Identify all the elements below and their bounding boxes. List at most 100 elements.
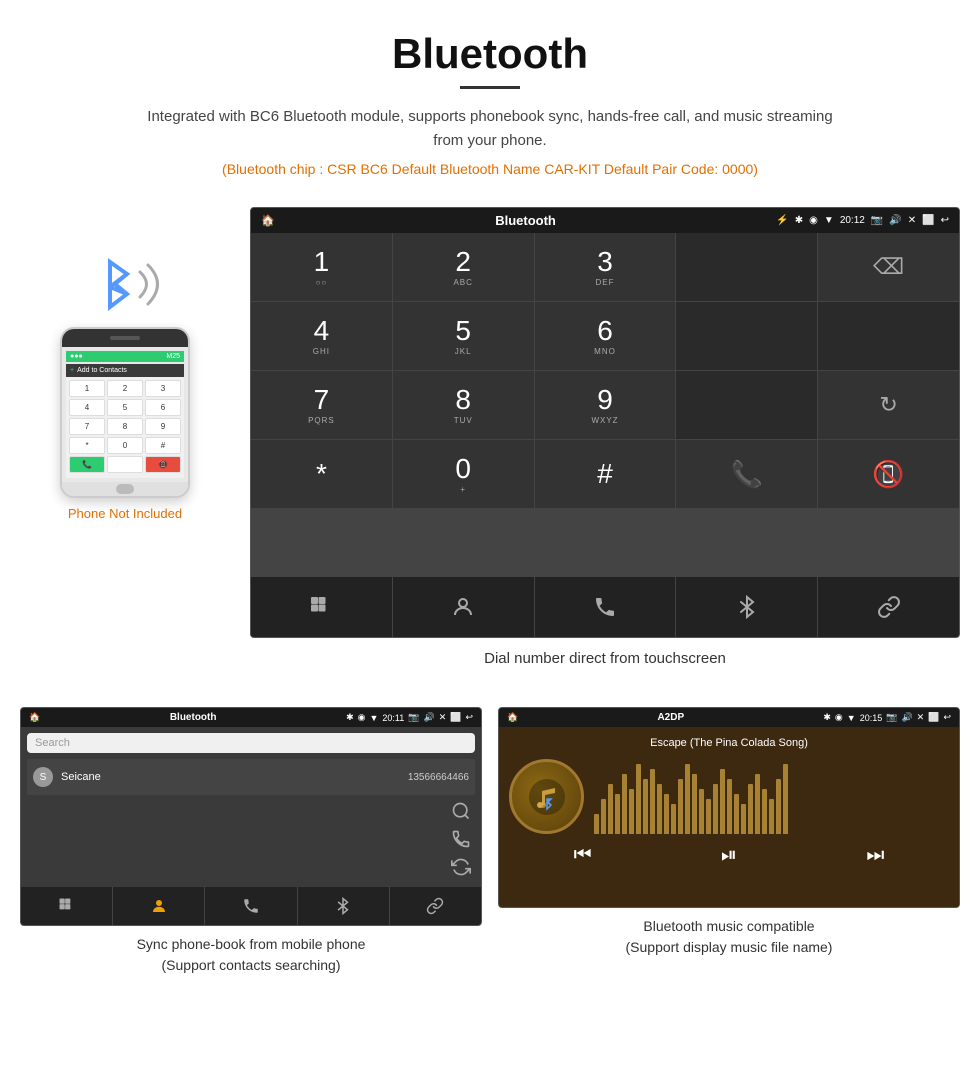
song-title: Escape (The Pina Colada Song) xyxy=(509,737,949,749)
music-bars xyxy=(594,759,949,834)
music-caption: Bluetooth music compatible(Support displ… xyxy=(626,908,833,966)
sm-action-bt[interactable] xyxy=(298,887,389,925)
signal-icon: ▼ xyxy=(824,215,834,226)
search-side-icon xyxy=(451,801,471,821)
action-row xyxy=(251,577,959,637)
contacts-bt-icon: ✱ xyxy=(346,712,354,723)
action-apps[interactable] xyxy=(251,577,392,637)
display-area xyxy=(676,233,817,301)
close-icon[interactable]: ✕ xyxy=(908,215,916,226)
empty-r2c4 xyxy=(676,302,817,370)
key-8[interactable]: 8 TUV xyxy=(393,371,534,439)
usb-icon: ⚡ xyxy=(776,215,788,226)
contacts-vol-icon: 🔊 xyxy=(423,712,434,723)
key-hash[interactable]: # xyxy=(535,440,676,508)
dialpad-grid: 1 ○○ 2 ABC 3 DEF ⌫ 4 GHI xyxy=(251,233,959,577)
phone-contacts-header: + Add to Contacts xyxy=(66,364,184,377)
phone-bottom-bar xyxy=(62,482,188,496)
key-end-call[interactable]: 📵 xyxy=(818,440,959,508)
phone-key-3: 3 xyxy=(145,380,181,397)
page-title: Bluetooth xyxy=(20,30,960,78)
album-art xyxy=(509,759,584,834)
phone-mockup: ●●●M25 + Add to Contacts 1 2 3 4 5 6 xyxy=(60,327,190,498)
contacts-action-row xyxy=(21,887,481,925)
key-redial[interactable]: ↻ xyxy=(818,371,959,439)
music-android-screen: 🏠 A2DP ✱ ◉ ▼ 20:15 📷 🔊 ✕ ⬜ ↩ Escape (The… xyxy=(498,707,960,908)
action-phone[interactable] xyxy=(535,577,676,637)
phone-key-8: 8 xyxy=(107,418,143,435)
music-vol-icon: 🔊 xyxy=(901,712,912,723)
contacts-home-icon[interactable]: 🏠 xyxy=(29,712,40,723)
play-pause-btn[interactable]: ⏯ xyxy=(721,844,737,867)
action-link[interactable] xyxy=(818,577,959,637)
contacts-back-icon[interactable]: ↩ xyxy=(465,712,473,723)
contact-letter: S xyxy=(33,767,53,787)
key-9[interactable]: 9 WXYZ xyxy=(535,371,676,439)
key-3[interactable]: 3 DEF xyxy=(535,233,676,301)
music-home-icon[interactable]: 🏠 xyxy=(507,712,518,723)
search-bar[interactable]: Search xyxy=(27,733,475,753)
contacts-android-screen: 🏠 Bluetooth ✱ ◉ ▼ 20:11 📷 🔊 ✕ ⬜ ↩ Search xyxy=(20,707,482,926)
key-0[interactable]: 0 + xyxy=(393,440,534,508)
empty-r2c5 xyxy=(818,302,959,370)
key-5[interactable]: 5 JKL xyxy=(393,302,534,370)
prev-track-btn[interactable]: ⏮ xyxy=(574,844,592,867)
contacts-win-icon[interactable]: ⬜ xyxy=(450,712,461,723)
contacts-caption: Sync phone-book from mobile phone(Suppor… xyxy=(137,926,366,984)
empty-r3c4 xyxy=(676,371,817,439)
contact-row: S Seicane 13566664466 xyxy=(27,759,475,795)
key-1[interactable]: 1 ○○ xyxy=(251,233,392,301)
phone-call-btn: 📞 xyxy=(69,456,105,473)
phone-key-9: 9 xyxy=(145,418,181,435)
action-contacts[interactable] xyxy=(393,577,534,637)
phone-key-4: 4 xyxy=(69,399,105,416)
key-backspace[interactable]: ⌫ xyxy=(818,233,959,301)
phone-key-0: 0 xyxy=(107,437,143,454)
app-name-label: Bluetooth xyxy=(495,213,556,228)
window-icon[interactable]: ⬜ xyxy=(922,215,934,226)
contact-phone: 13566664466 xyxy=(408,772,469,783)
phone-home-btn xyxy=(116,484,134,494)
sm-action-link[interactable] xyxy=(390,887,481,925)
contacts-app-name: Bluetooth xyxy=(170,712,217,723)
reload-side-icon xyxy=(451,857,471,877)
main-android-screen: 🏠 Bluetooth ⚡ ✱ ◉ ▼ 20:12 📷 🔊 ✕ ⬜ ↩ xyxy=(250,207,960,687)
contacts-x-icon[interactable]: ✕ xyxy=(439,712,447,723)
music-back-icon[interactable]: ↩ xyxy=(943,712,951,723)
action-bluetooth[interactable] xyxy=(676,577,817,637)
phone-key-extra xyxy=(107,456,143,473)
music-controls: ⏮ ⏯ ⏭ xyxy=(509,834,949,872)
music-x-icon[interactable]: ✕ xyxy=(917,712,925,723)
next-track-btn[interactable]: ⏭ xyxy=(866,844,884,867)
music-screen-body: Escape (The Pina Colada Song) xyxy=(499,727,959,907)
music-win-icon[interactable]: ⬜ xyxy=(928,712,939,723)
phone-not-included-label: Phone Not Included xyxy=(68,506,182,521)
key-call[interactable]: 📞 xyxy=(676,440,817,508)
music-content xyxy=(509,759,949,834)
key-star[interactable]: * xyxy=(251,440,392,508)
status-right: ⚡ ✱ ◉ ▼ 20:12 📷 🔊 ✕ ⬜ ↩ xyxy=(776,215,949,226)
contacts-loc-icon: ◉ xyxy=(358,712,366,723)
phone-key-6: 6 xyxy=(145,399,181,416)
bottom-screens: 🏠 Bluetooth ✱ ◉ ▼ 20:11 📷 🔊 ✕ ⬜ ↩ Search xyxy=(0,707,980,984)
contacts-screen-wrap: 🏠 Bluetooth ✱ ◉ ▼ 20:11 📷 🔊 ✕ ⬜ ↩ Search xyxy=(20,707,482,984)
key-7[interactable]: 7 PQRS xyxy=(251,371,392,439)
key-2[interactable]: 2 ABC xyxy=(393,233,534,301)
page-header: Bluetooth Integrated with BC6 Bluetooth … xyxy=(0,0,980,207)
home-icon[interactable]: 🏠 xyxy=(261,214,275,227)
music-screen-wrap: 🏠 A2DP ✱ ◉ ▼ 20:15 📷 🔊 ✕ ⬜ ↩ Escape (The… xyxy=(498,707,960,984)
sm-action-apps[interactable] xyxy=(21,887,112,925)
music-cam-icon: 📷 xyxy=(886,712,897,723)
main-status-bar: 🏠 Bluetooth ⚡ ✱ ◉ ▼ 20:12 📷 🔊 ✕ ⬜ ↩ xyxy=(251,208,959,233)
sm-action-phone[interactable] xyxy=(205,887,296,925)
phone-top-bar xyxy=(62,329,188,347)
sm-action-contacts[interactable] xyxy=(113,887,204,925)
phone-status-bar: ●●●M25 xyxy=(66,351,184,362)
back-icon[interactable]: ↩ xyxy=(941,215,949,226)
key-4[interactable]: 4 GHI xyxy=(251,302,392,370)
bluetooth-signal-graphic xyxy=(85,247,165,317)
main-content: ●●●M25 + Add to Contacts 1 2 3 4 5 6 xyxy=(0,207,980,687)
music-bt-icon: ✱ xyxy=(823,712,831,723)
key-6[interactable]: 6 MNO xyxy=(535,302,676,370)
phone-keypad: 1 2 3 4 5 6 7 8 9 * xyxy=(66,377,184,478)
